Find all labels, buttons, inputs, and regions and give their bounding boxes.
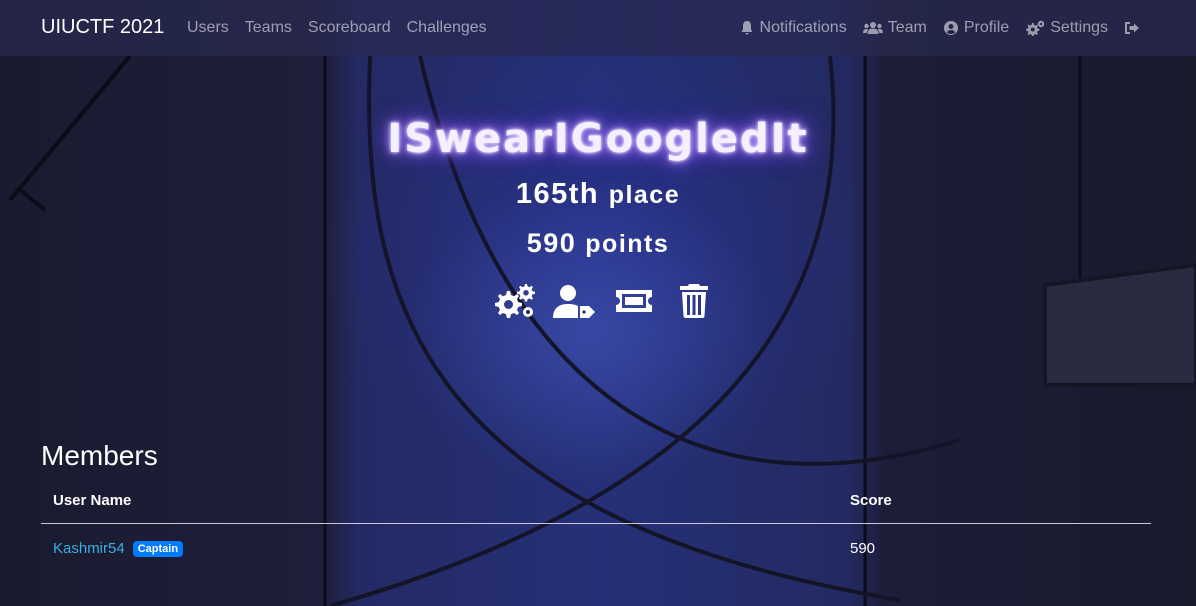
nav-settings-link[interactable]: Settings	[1025, 19, 1108, 37]
table-header-row: User Name Score	[41, 484, 1151, 524]
nav-left: Users Teams Scoreboard Challenges	[187, 19, 487, 37]
points-number: 590	[526, 228, 577, 258]
nav-right: Notifications Team Profile Settings	[739, 19, 1140, 37]
nav-notifications-label: Notifications	[759, 19, 847, 36]
nav-team-link[interactable]: Team	[862, 19, 927, 37]
invite-team-button[interactable]	[613, 283, 655, 319]
team-actions	[493, 283, 715, 319]
bell-icon	[739, 20, 755, 36]
points-word: points	[585, 230, 670, 258]
nav-users-link[interactable]: Users	[187, 19, 229, 37]
choose-captain-button[interactable]	[553, 283, 595, 319]
brand-link[interactable]: UIUCTF 2021	[41, 16, 164, 39]
captain-badge: Captain	[132, 541, 184, 557]
users-icon	[862, 20, 883, 36]
members-table: User Name Score Kashmir54 Captain 590	[41, 484, 1151, 573]
cogs-icon	[493, 284, 535, 318]
place-number: 165th	[515, 178, 600, 210]
member-link[interactable]: Kashmir54	[53, 540, 125, 557]
nav-challenges-link[interactable]: Challenges	[407, 19, 487, 37]
members-title: Members	[41, 440, 158, 471]
members-section: Members User Name Score Kashmir54 Captain…	[41, 440, 1151, 573]
team-place: 165th place	[0, 178, 1196, 211]
nav-teams-link[interactable]: Teams	[245, 19, 292, 37]
team-name: ISwearIGoogledIt	[387, 116, 809, 162]
member-name-cell: Kashmir54 Captain	[41, 524, 838, 574]
disband-team-button[interactable]	[673, 283, 715, 319]
user-tag-icon	[553, 284, 595, 318]
table-row: Kashmir54 Captain 590	[41, 524, 1151, 574]
edit-team-button[interactable]	[493, 283, 535, 319]
nav-team-label: Team	[887, 19, 927, 36]
column-header-score: Score	[838, 484, 1151, 524]
ticket-icon	[614, 284, 654, 318]
nav-profile-label: Profile	[963, 19, 1010, 36]
place-word: place	[608, 181, 681, 209]
logout-link[interactable]	[1124, 20, 1140, 36]
nav-notifications-link[interactable]: Notifications	[739, 19, 847, 37]
member-score-cell: 590	[850, 540, 876, 557]
nav-scoreboard-link[interactable]: Scoreboard	[308, 19, 391, 37]
sign-out-icon	[1124, 20, 1140, 36]
trash-icon	[679, 284, 709, 318]
top-navbar: UIUCTF 2021 Users Teams Scoreboard Chall…	[0, 0, 1196, 56]
nav-settings-label: Settings	[1050, 19, 1108, 36]
cogs-icon	[1025, 20, 1045, 36]
nav-profile-link[interactable]: Profile	[943, 19, 1009, 37]
column-header-user-name: User Name	[41, 484, 838, 524]
user-circle-icon	[943, 20, 959, 36]
team-points: 590 points	[0, 228, 1196, 259]
